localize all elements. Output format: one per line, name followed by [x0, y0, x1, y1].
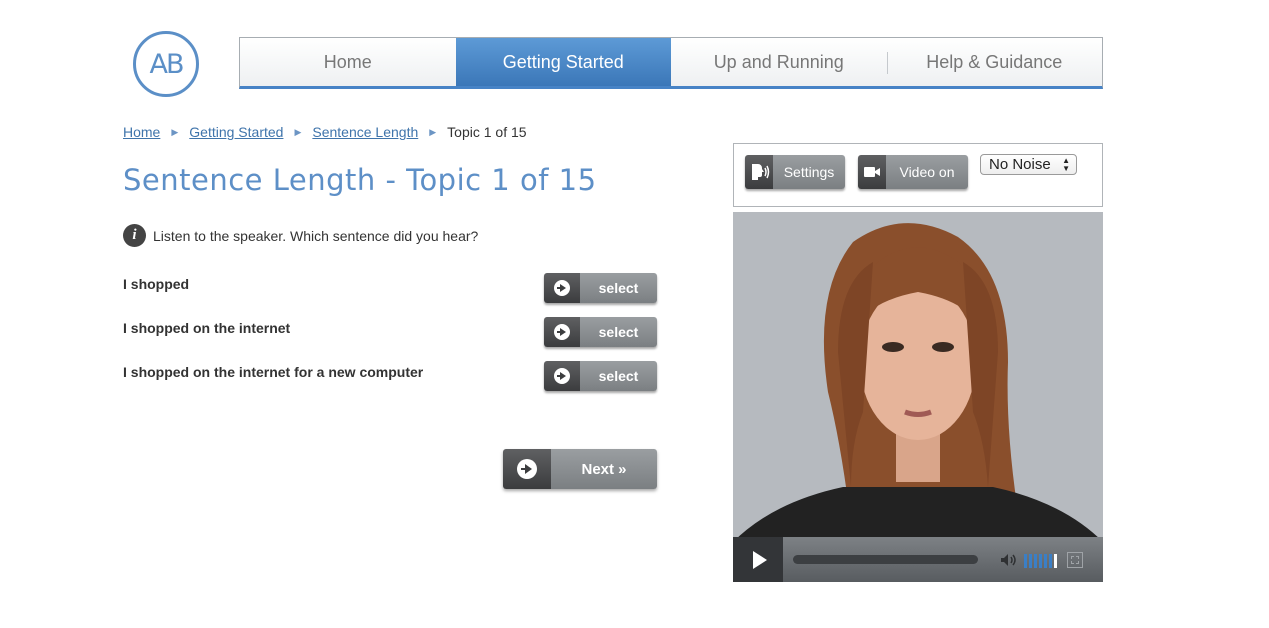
select-button-2[interactable]: select — [544, 317, 657, 347]
select-arrows-icon: ▲ ▼ — [1062, 156, 1070, 173]
tab-label: Home — [323, 51, 372, 72]
tab-label: Up and Running — [713, 51, 844, 72]
select-button-3[interactable]: select — [544, 361, 657, 391]
settings-label: Settings — [773, 155, 845, 189]
button-icon-area — [544, 273, 580, 303]
button-icon-area — [858, 155, 886, 189]
instruction: i Listen to the speaker. Which sentence … — [123, 224, 478, 247]
select-label: select — [580, 273, 657, 303]
speaker-head-icon — [752, 164, 770, 180]
tab-home[interactable]: Home — [240, 38, 456, 86]
video-control-bar — [733, 537, 1103, 582]
page-title: Sentence Length - Topic 1 of 15 — [123, 163, 597, 197]
fullscreen-icon[interactable] — [1067, 551, 1083, 568]
breadcrumb-arrow-icon: ▶ — [429, 126, 437, 137]
button-icon-area — [544, 361, 580, 391]
button-icon-area — [503, 449, 551, 489]
next-button[interactable]: Next » — [503, 449, 657, 489]
arrow-right-icon — [517, 459, 537, 479]
arrow-right-icon — [554, 368, 570, 384]
logo-text: AB — [149, 48, 185, 80]
video-camera-icon — [864, 167, 880, 177]
player-controls-panel: Settings Video on No Noise ▲ ▼ — [733, 143, 1103, 207]
speaker-video-frame — [733, 212, 1103, 542]
video-toggle-button[interactable]: Video on — [858, 155, 968, 189]
select-button-1[interactable]: select — [544, 273, 657, 303]
main-nav: Home Getting Started Up and Running Help… — [239, 37, 1103, 89]
noise-select[interactable]: No Noise ▲ ▼ — [980, 154, 1077, 175]
next-label: Next » — [551, 449, 657, 489]
breadcrumb-arrow-icon: ▶ — [294, 126, 302, 137]
seek-bar[interactable] — [793, 555, 978, 564]
video-player[interactable] — [733, 212, 1103, 582]
video-label: Video on — [886, 155, 968, 189]
breadcrumb-current: Topic 1 of 15 — [447, 124, 527, 140]
volume-level-bar — [1024, 553, 1027, 568]
volume-level-bar — [1054, 553, 1057, 568]
volume-icon[interactable] — [1000, 553, 1018, 567]
option-text-3: I shopped on the internet for a new comp… — [123, 364, 424, 380]
volume-level-bar — [1034, 553, 1037, 568]
button-icon-area — [544, 317, 580, 347]
volume-level-bar — [1029, 553, 1032, 568]
breadcrumb-getting-started[interactable]: Getting Started — [189, 124, 283, 140]
play-button[interactable] — [733, 537, 783, 582]
button-icon-area — [745, 155, 773, 189]
volume-slider[interactable] — [1024, 552, 1059, 568]
arrow-right-icon — [554, 324, 570, 340]
arrow-right-icon — [554, 280, 570, 296]
breadcrumb-home[interactable]: Home — [123, 124, 160, 140]
option-text-2: I shopped on the internet — [123, 320, 291, 336]
play-icon — [752, 550, 767, 569]
select-label: select — [580, 317, 657, 347]
option-text-1: I shopped — [123, 276, 190, 292]
tab-help-guidance[interactable]: Help & Guidance — [886, 38, 1103, 86]
volume-level-bar — [1049, 553, 1052, 568]
volume-level-bar — [1044, 553, 1047, 568]
ab-logo[interactable]: AB — [133, 31, 199, 97]
info-icon: i — [123, 224, 146, 247]
breadcrumb-arrow-icon: ▶ — [171, 126, 179, 137]
volume-level-bar — [1039, 553, 1042, 568]
select-label: select — [580, 361, 657, 391]
tab-label: Getting Started — [502, 51, 624, 72]
settings-button[interactable]: Settings — [745, 155, 845, 189]
breadcrumb: Home ▶ Getting Started ▶ Sentence Length… — [123, 124, 527, 140]
tab-label: Help & Guidance — [926, 51, 1063, 72]
instruction-text: Listen to the speaker. Which sentence di… — [153, 227, 479, 244]
noise-value: No Noise — [989, 156, 1051, 173]
breadcrumb-sentence-length[interactable]: Sentence Length — [312, 124, 418, 140]
tab-up-and-running[interactable]: Up and Running — [671, 38, 887, 86]
tab-getting-started[interactable]: Getting Started — [455, 38, 671, 86]
